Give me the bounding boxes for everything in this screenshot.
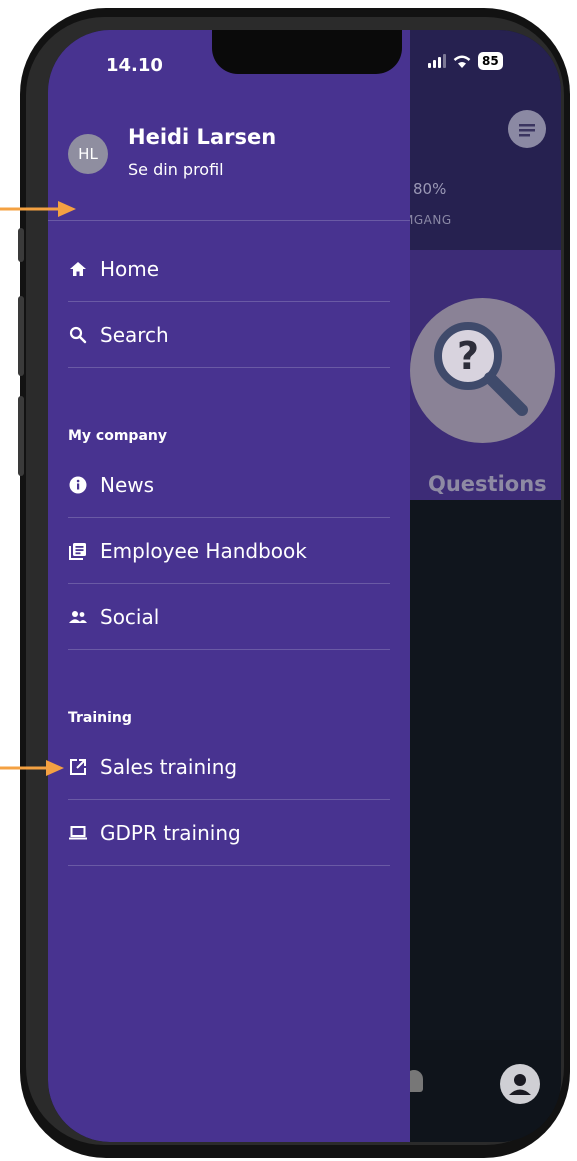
svg-text:?: ? <box>457 334 479 378</box>
section-heading-my-company: My company <box>68 428 167 444</box>
user-name[interactable]: Heidi Larsen <box>128 125 276 149</box>
questions-illustration[interactable]: ? <box>410 298 555 443</box>
menu-item-label: Search <box>100 322 169 347</box>
questions-label: Questions <box>428 472 547 496</box>
menu-item-label: Social <box>100 604 160 629</box>
profile-tab-icon[interactable] <box>500 1064 540 1104</box>
header-divider <box>48 220 410 221</box>
cellular-signal-icon <box>428 54 446 68</box>
view-profile-link[interactable]: Se din profil <box>128 160 224 179</box>
section-heading-training: Training <box>68 710 132 726</box>
menu-item-gdpr-training[interactable]: GDPR training <box>68 800 390 866</box>
search-icon <box>69 326 87 343</box>
menu-item-label: Employee Handbook <box>100 538 307 563</box>
info-icon <box>69 476 87 493</box>
status-time: 14.10 <box>106 55 163 76</box>
menu-item-sales-training[interactable]: Sales training <box>68 734 390 800</box>
annotation-arrow-profile <box>0 201 76 217</box>
progress-percent: 80% <box>413 180 447 198</box>
status-indicators: 85 <box>428 52 503 70</box>
home-icon <box>70 261 86 276</box>
avatar[interactable]: HL <box>68 134 108 174</box>
external-link-icon <box>70 758 86 775</box>
menu-item-label: News <box>100 472 155 497</box>
menu-item-employee-handbook[interactable]: Employee Handbook <box>68 518 390 584</box>
menu-item-label: GDPR training <box>100 820 241 845</box>
menu-item-label: Home <box>100 256 160 281</box>
menu-item-label: Sales training <box>100 754 238 779</box>
battery-indicator: 85 <box>478 52 503 70</box>
chat-icon[interactable] <box>508 110 546 148</box>
menu-item-home[interactable]: Home <box>68 236 390 302</box>
menu-item-social[interactable]: Social <box>68 584 390 650</box>
volume-down-button <box>18 396 24 476</box>
volume-up-button <box>18 296 24 376</box>
menu-item-search[interactable]: Search <box>68 302 390 368</box>
laptop-icon <box>69 825 87 839</box>
book-icon <box>69 542 86 560</box>
silent-switch <box>18 228 24 262</box>
wifi-icon <box>453 55 471 68</box>
phone-screen: 80% MGANG ? Questions 14.10 85 HL Heidi … <box>48 30 561 1142</box>
menu-item-news[interactable]: News <box>68 452 390 518</box>
people-icon <box>69 610 87 623</box>
annotation-arrow-sales-training <box>0 760 64 776</box>
progress-label: MGANG <box>403 213 452 227</box>
camera-notch <box>212 30 402 74</box>
